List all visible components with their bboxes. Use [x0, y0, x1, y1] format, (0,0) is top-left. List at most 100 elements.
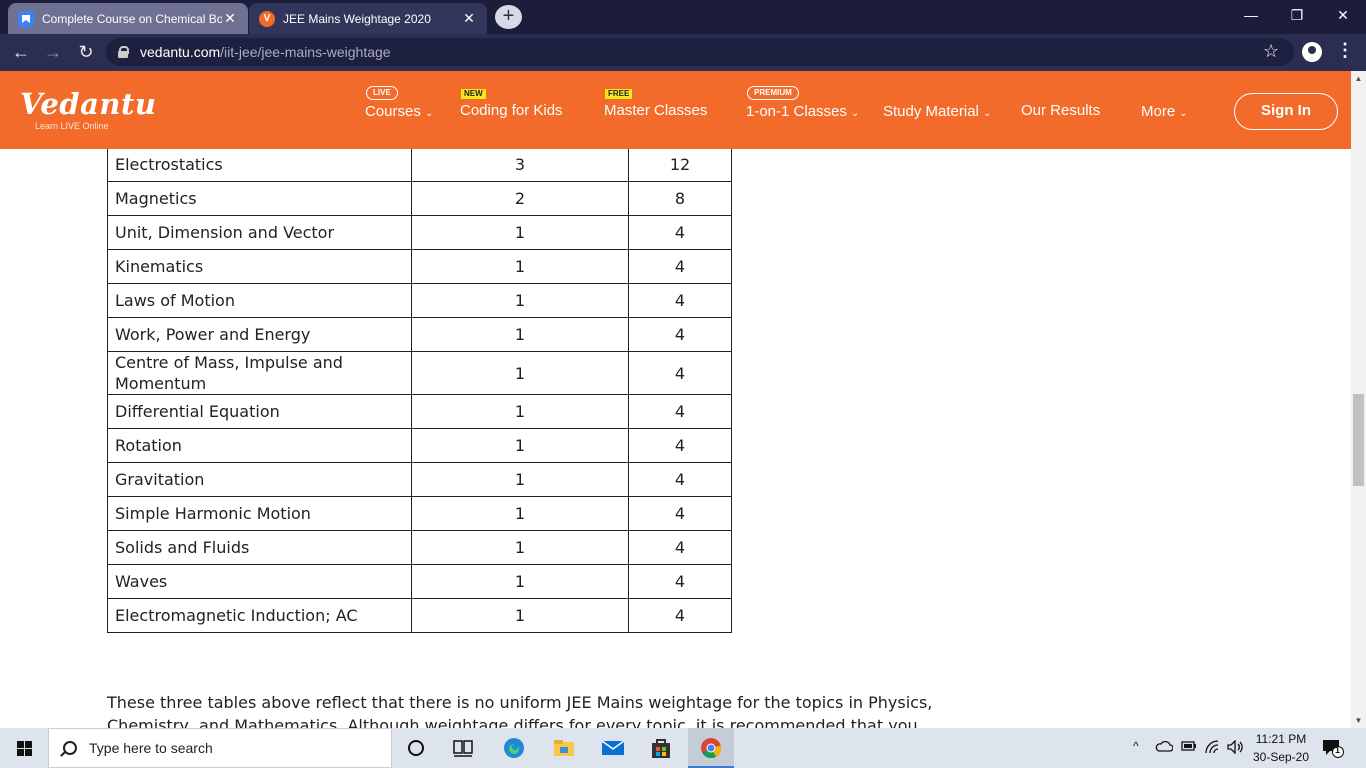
nav-label: Courses [365, 103, 421, 120]
chrome-browser-icon[interactable] [699, 736, 723, 760]
questions-cell: 1 [411, 496, 629, 531]
nav-coding-for-kids[interactable]: Coding for Kids [460, 102, 563, 119]
questions-cell: 1 [411, 283, 629, 318]
minimize-button[interactable]: — [1228, 0, 1274, 30]
page-scrollbar[interactable]: ▲ ▼ [1351, 71, 1366, 728]
free-badge: FREE [605, 89, 633, 99]
nav-study-material[interactable]: Study Material ⌄ [883, 103, 991, 120]
notification-count: 1 [1335, 745, 1341, 755]
topic-cell: Work, Power and Energy [107, 317, 412, 352]
scroll-up-icon[interactable]: ▲ [1351, 71, 1366, 86]
task-view-icon[interactable] [451, 736, 475, 760]
volume-icon[interactable] [1227, 739, 1245, 757]
cortana-icon[interactable] [404, 736, 428, 760]
store-icon[interactable] [649, 736, 673, 760]
marks-cell: 12 [628, 149, 732, 182]
marks-cell: 4 [628, 530, 732, 565]
bookmark-favicon-icon [18, 10, 34, 27]
tab-close-icon[interactable]: ✕ [222, 10, 238, 27]
questions-cell: 1 [411, 564, 629, 599]
premium-badge: PREMIUM [747, 86, 799, 100]
page-content: Current Electricity38Electrostatics312Ma… [0, 149, 1351, 728]
clock-time: 11:21 PM [1255, 732, 1307, 746]
nav-our-results[interactable]: Our Results [1021, 102, 1100, 119]
scrollbar-thumb[interactable] [1353, 394, 1364, 486]
nav-more[interactable]: More ⌄ [1141, 103, 1188, 120]
new-tab-button[interactable]: + [495, 5, 522, 29]
taskbar-clock[interactable]: 11:21 PM 30-Sep-20 [1248, 730, 1314, 766]
marks-cell: 4 [628, 283, 732, 318]
onedrive-icon[interactable] [1155, 740, 1174, 755]
tab-close-icon[interactable]: ✕ [461, 10, 477, 27]
topic-cell: Kinematics [107, 249, 412, 284]
marks-cell: 4 [628, 317, 732, 352]
window-close-button[interactable]: ✕ [1320, 0, 1366, 30]
mail-icon[interactable] [601, 736, 625, 760]
scroll-down-icon[interactable]: ▼ [1351, 713, 1366, 728]
tab-chemical-bonding[interactable]: Complete Course on Chemical Bo ✕ [8, 3, 248, 34]
tab-jee-mains-weightage[interactable]: V JEE Mains Weightage 2020 ✕ [249, 3, 487, 34]
table-row: Solids and Fluids 1 4 [107, 530, 732, 565]
questions-cell: 1 [411, 249, 629, 284]
nav-1on1-classes[interactable]: 1-on-1 Classes ⌄ [746, 103, 859, 120]
marks-cell: 4 [628, 462, 732, 497]
vedantu-logo[interactable]: Vedantu Learn LIVE Online [20, 87, 157, 131]
questions-cell: 1 [411, 351, 629, 395]
clock-date: 30-Sep-20 [1252, 750, 1310, 764]
marks-cell: 4 [628, 351, 732, 395]
live-badge: LIVE [366, 86, 398, 100]
nav-label: 1-on-1 Classes [746, 103, 847, 120]
browser-menu-icon[interactable]: ⋮ [1336, 40, 1354, 61]
vedantu-favicon-icon: V [259, 10, 275, 27]
topic-cell: Centre of Mass, Impulse and Momentum [107, 351, 412, 395]
taskbar-search-input[interactable]: Type here to search [48, 728, 392, 768]
lock-icon [118, 46, 129, 58]
forward-arrow-icon[interactable]: → [42, 42, 64, 64]
tab-title: JEE Mains Weightage 2020 [283, 11, 431, 26]
topic-cell: Rotation [107, 428, 412, 463]
table-row: Differential Equation 1 4 [107, 394, 732, 429]
reload-icon[interactable]: ↻ [75, 42, 97, 64]
topic-cell: Electrostatics [107, 149, 412, 182]
edge-browser-icon[interactable] [502, 736, 526, 760]
back-arrow-icon[interactable]: ← [10, 42, 32, 64]
battery-icon[interactable] [1181, 740, 1197, 755]
windows-start-icon[interactable] [0, 728, 48, 768]
chevron-down-icon: ⌄ [1179, 108, 1188, 119]
bookmark-star-icon[interactable]: ☆ [1263, 41, 1279, 62]
weightage-table: Current Electricity38Electrostatics312Ma… [107, 149, 732, 633]
logo-wordmark: Vedantu [20, 87, 157, 121]
nav-label: Study Material [883, 103, 979, 120]
marks-cell: 4 [628, 428, 732, 463]
table-row: Electrostatics 3 12 [107, 149, 732, 182]
nav-label: Our Results [1021, 102, 1101, 119]
action-center-icon[interactable]: 1 [1322, 738, 1344, 758]
search-placeholder: Type here to search [89, 740, 213, 756]
topic-cell: Gravitation [107, 462, 412, 497]
wifi-icon[interactable] [1205, 740, 1221, 757]
nav-courses[interactable]: Courses ⌄ [365, 103, 433, 120]
table-row: Centre of Mass, Impulse and Momentum 1 4 [107, 351, 732, 395]
site-header: Vedantu Learn LIVE Online LIVE Courses ⌄ … [0, 71, 1351, 149]
topic-cell: Magnetics [107, 181, 412, 216]
questions-cell: 1 [411, 394, 629, 429]
topic-cell: Differential Equation [107, 394, 412, 429]
tab-title: Complete Course on Chemical Bo [42, 11, 222, 26]
sign-in-button[interactable]: Sign In [1234, 93, 1338, 130]
marks-cell: 4 [628, 249, 732, 284]
questions-cell: 1 [411, 215, 629, 250]
table-row: Rotation 1 4 [107, 428, 732, 463]
tray-chevron-icon[interactable]: ^ [1133, 739, 1139, 753]
logo-tagline: Learn LIVE Online [35, 121, 109, 131]
topic-cell: Unit, Dimension and Vector [107, 215, 412, 250]
table-row: Kinematics 1 4 [107, 249, 732, 284]
profile-avatar-icon[interactable] [1302, 42, 1322, 62]
file-explorer-icon[interactable] [552, 736, 576, 760]
browser-tab-bar: Complete Course on Chemical Bo ✕ V JEE M… [0, 0, 1366, 34]
table-row: Laws of Motion 1 4 [107, 283, 732, 318]
restore-button[interactable]: ❐ [1274, 0, 1320, 30]
topic-cell: Electromagnetic Induction; AC [107, 598, 412, 633]
address-bar[interactable]: vedantu.com/iit-jee/jee-mains-weightage [106, 38, 1294, 66]
table-row: Work, Power and Energy 1 4 [107, 317, 732, 352]
nav-master-classes[interactable]: Master Classes [604, 102, 707, 119]
